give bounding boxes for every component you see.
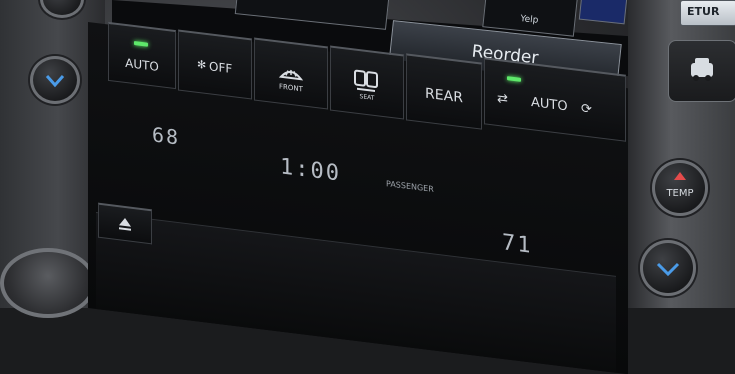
return-label: ETUR [687, 5, 720, 18]
auto-indicator [134, 41, 148, 47]
passenger-auto-indicator [507, 76, 521, 82]
eject-icon [119, 218, 131, 231]
seat-climate-button[interactable]: SEAT [330, 45, 404, 120]
chevron-down-icon [656, 262, 680, 277]
eject-button[interactable] [98, 202, 152, 245]
driver-temperature: 68 [152, 122, 181, 150]
temp-up-button[interactable]: TEMP [652, 160, 708, 216]
passenger-auto-label: AUTO [531, 95, 568, 115]
rear-defrost-button[interactable]: REAR [406, 53, 482, 130]
temp-label: TEMP [666, 188, 694, 199]
fan-icon: ✻ [197, 57, 207, 72]
vehicle-button[interactable] [668, 40, 735, 102]
fan-off-label: OFF [209, 59, 233, 77]
car-icon [691, 58, 713, 81]
temp-down-button[interactable] [640, 240, 696, 296]
auto-label: AUTO [125, 55, 159, 75]
chevron-down-icon [45, 75, 65, 88]
auto-button[interactable]: AUTO [108, 21, 176, 90]
recirculation-icon: ⇄ [497, 90, 508, 108]
rear-label: REAR [425, 85, 463, 107]
return-button[interactable]: ETUR [680, 0, 735, 26]
fresh-air-icon: ⟳ [581, 101, 592, 118]
fan-off-button[interactable]: ✻ OFF [178, 29, 252, 100]
yelp-label: Yelp [519, 14, 539, 26]
passenger-temperature: 71 [502, 230, 533, 259]
front-defrost-button[interactable]: FRONT [254, 37, 328, 110]
left-down-button[interactable] [30, 56, 80, 104]
